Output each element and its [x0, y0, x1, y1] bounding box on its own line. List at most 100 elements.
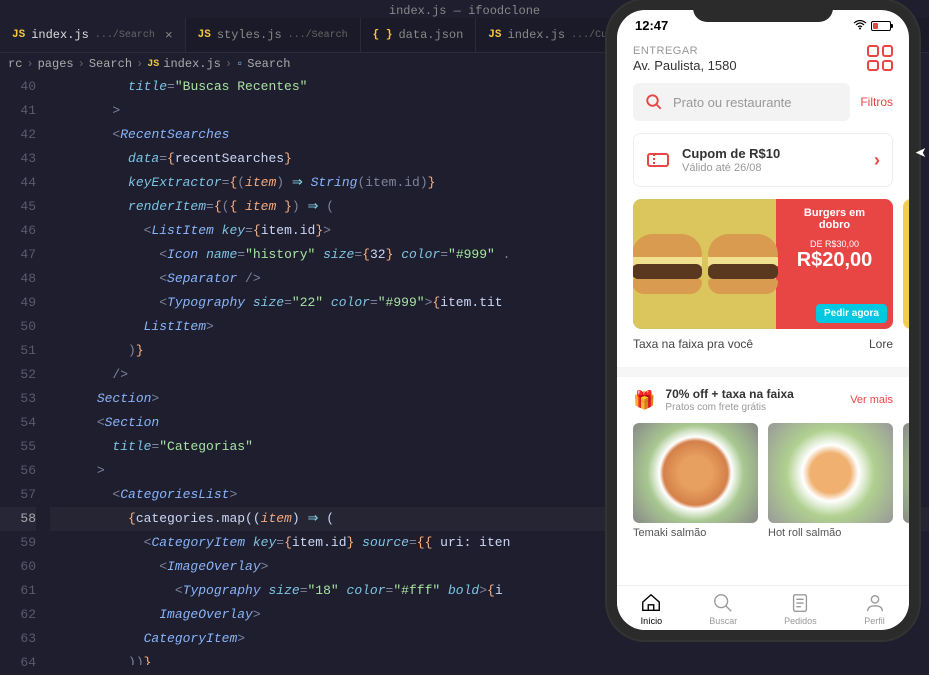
food-name: Hot roll salmão [768, 527, 893, 539]
qr-icon[interactable] [867, 45, 893, 71]
close-icon[interactable]: × [165, 28, 173, 43]
status-time: 12:47 [635, 18, 668, 33]
file-type-icon: { } [373, 29, 393, 41]
editor-tab[interactable]: JSstyles.js.../Search [186, 18, 361, 52]
orders-icon [789, 592, 811, 614]
search-row: Prato ou restaurante Filtros [633, 83, 893, 121]
search-input[interactable]: Prato ou restaurante [633, 83, 850, 121]
tab-label: Pedidos [784, 616, 817, 626]
gift-icon: 🎁 [633, 390, 655, 411]
address-block[interactable]: ENTREGAR Av. Paulista, 1580 [633, 45, 737, 73]
search-placeholder: Prato ou restaurante [673, 95, 792, 110]
file-type-icon: JS [12, 29, 25, 41]
bottom-tab-bar: Início Buscar Pedidos Perfil [617, 585, 909, 630]
food-card-hotroll[interactable]: Hot roll salmão [768, 423, 893, 539]
caption-peek: Lore [869, 337, 893, 351]
filters-link[interactable]: Filtros [860, 95, 893, 109]
coupon-subtitle: Válido até 26/08 [682, 162, 862, 174]
tab-profile[interactable]: Perfil [864, 592, 886, 626]
chevron-right-icon: › [874, 150, 880, 171]
line-number: 51 [0, 339, 36, 363]
mouse-cursor-icon: ➤ [915, 145, 927, 162]
food-card-peek[interactable] [903, 423, 909, 539]
line-number: 45 [0, 195, 36, 219]
line-number: 63 [0, 627, 36, 651]
tab-path: .../Search [288, 30, 348, 41]
tab-filename: data.json [398, 28, 463, 42]
deliver-label: ENTREGAR [633, 45, 737, 57]
line-number: 55 [0, 435, 36, 459]
banner-captions: Taxa na faixa pra você Lore [617, 329, 909, 367]
breadcrumb-segment[interactable]: Search [247, 57, 290, 71]
food-image [633, 423, 758, 523]
see-more-link[interactable]: Ver mais [850, 394, 893, 406]
line-number: 42 [0, 123, 36, 147]
breadcrumb-segment[interactable]: rc [8, 57, 22, 71]
section-divider [617, 367, 909, 377]
banner-price: R$20,00 [782, 249, 887, 272]
tab-orders[interactable]: Pedidos [784, 592, 817, 626]
line-number: 47 [0, 243, 36, 267]
tab-path: .../Search [95, 30, 155, 41]
banner-old-price: DE R$30,00 [782, 239, 887, 249]
coupon-title: Cupom de R$10 [682, 146, 862, 161]
search-icon [712, 592, 734, 614]
caption-main: Taxa na faixa pra você [633, 337, 859, 351]
coupon-text: Cupom de R$10 Válido até 26/08 [682, 146, 862, 174]
line-number: 57 [0, 483, 36, 507]
wifi-icon [853, 18, 867, 33]
food-image [903, 423, 909, 523]
food-image [768, 423, 893, 523]
search-icon [645, 93, 663, 111]
line-number: 49 [0, 291, 36, 315]
file-type-icon: JS [198, 29, 211, 41]
line-number: 61 [0, 579, 36, 603]
tab-label: Perfil [864, 616, 885, 626]
breadcrumb-segment[interactable]: pages [38, 57, 74, 71]
banner-peek-text: RO [903, 199, 909, 225]
line-number: 44 [0, 171, 36, 195]
line-number: 52 [0, 363, 36, 387]
coupon-card[interactable]: Cupom de R$10 Válido até 26/08 › [633, 133, 893, 187]
breadcrumb-separator: › [26, 57, 33, 71]
address-text: Av. Paulista, 1580 [633, 58, 737, 73]
banner-burgers[interactable]: Burgers emdobro DE R$30,00 R$20,00 Pedir… [633, 199, 893, 329]
banner-next-peek[interactable]: RO [903, 199, 909, 329]
tab-filename: index.js [31, 28, 89, 42]
tab-filename: index.js [508, 28, 566, 42]
food-name: Temaki salmão [633, 527, 758, 539]
banner-image [633, 199, 776, 329]
line-number: 60 [0, 555, 36, 579]
line-number: 40 [0, 75, 36, 99]
banner-title-1: Burgers em [804, 207, 865, 219]
ticket-icon [646, 148, 670, 172]
promo-subtitle: Pratos com frete grátis [665, 402, 840, 413]
line-gutter: 4041424344454647484950515253545556575859… [0, 75, 50, 665]
promo-header: 🎁 70% off + taxa na faixa Pratos com fre… [617, 377, 909, 423]
tab-search[interactable]: Buscar [709, 592, 737, 626]
food-card-temaki[interactable]: Temaki salmão [633, 423, 758, 539]
editor-tab[interactable]: { } data.json [361, 18, 477, 52]
line-number: 58 [0, 507, 36, 531]
line-number: 50 [0, 315, 36, 339]
phone-notch [693, 0, 833, 22]
line-number: 54 [0, 411, 36, 435]
banner-carousel[interactable]: Burgers emdobro DE R$30,00 R$20,00 Pedir… [617, 199, 909, 329]
food-grid[interactable]: Temaki salmão Hot roll salmão [617, 423, 909, 539]
symbol-icon: ▫ [236, 57, 243, 71]
breadcrumb-separator: › [136, 57, 143, 71]
line-number: 64 [0, 651, 36, 675]
line-number: 53 [0, 387, 36, 411]
tab-home[interactable]: Início [640, 592, 662, 626]
app-header: ENTREGAR Av. Paulista, 1580 [617, 37, 909, 83]
breadcrumb-separator: › [78, 57, 85, 71]
promo-title: 70% off + taxa na faixa [665, 387, 840, 401]
breadcrumb-segment[interactable]: Search [89, 57, 132, 71]
profile-icon [864, 592, 886, 614]
line-number: 43 [0, 147, 36, 171]
banner-cta-button[interactable]: Pedir agora [816, 304, 887, 323]
breadcrumb-segment[interactable]: index.js [163, 57, 221, 71]
code-line[interactable]: ))} [50, 651, 929, 665]
editor-tab[interactable]: JS index.js .../Search × [0, 18, 186, 52]
line-number: 41 [0, 99, 36, 123]
